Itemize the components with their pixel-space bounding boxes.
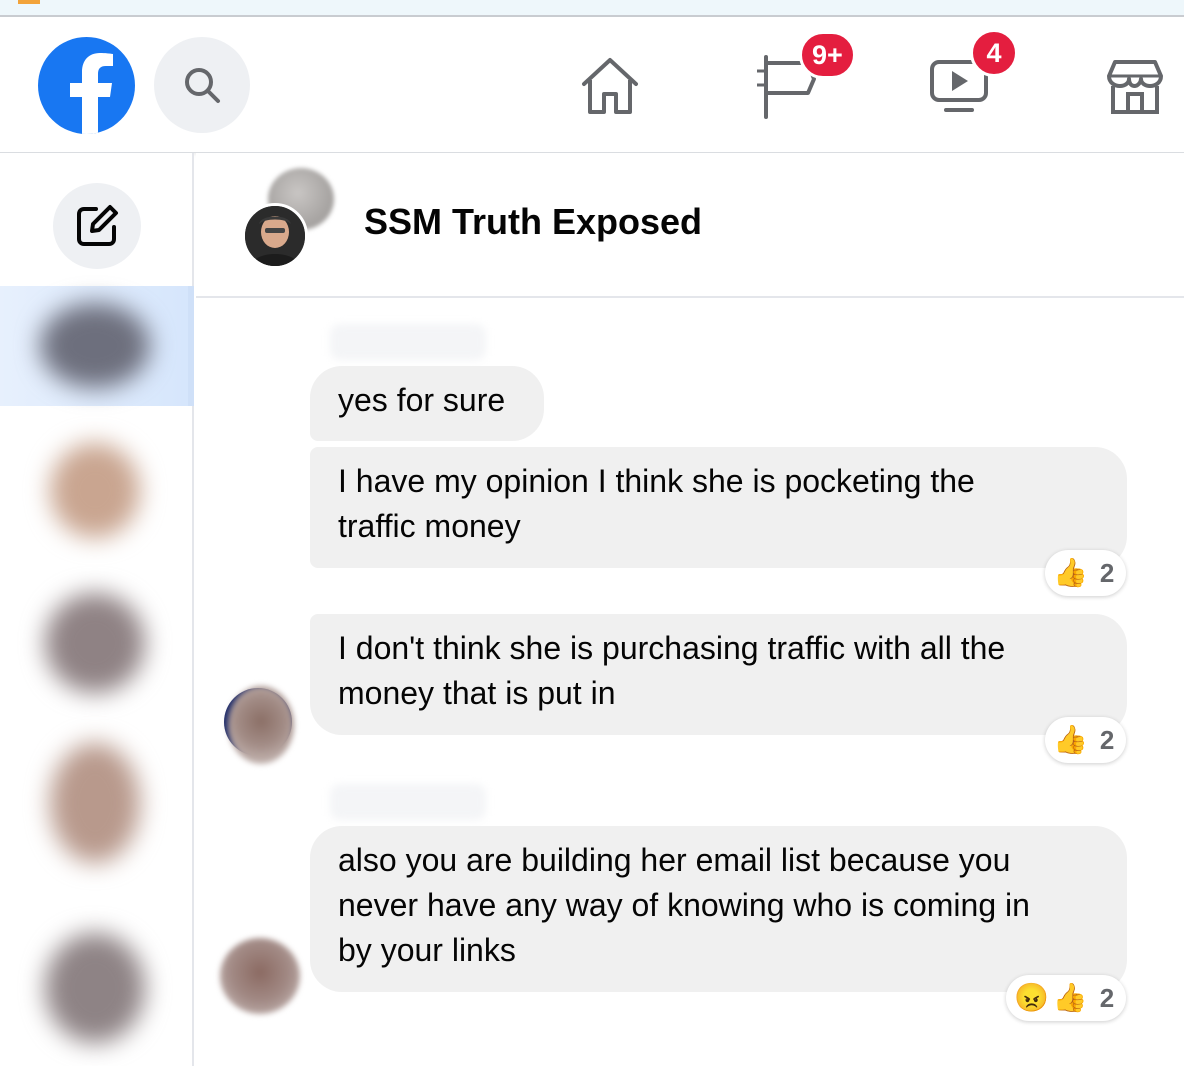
watch-badge: 4 xyxy=(970,29,1018,77)
compose-icon xyxy=(77,205,118,246)
thumbs-up-icon: 👍 xyxy=(1052,982,1088,1013)
reaction-count: 2 xyxy=(1099,557,1115,588)
reaction-count: 2 xyxy=(1099,982,1115,1013)
search-button[interactable] xyxy=(154,37,250,133)
tab-indicator xyxy=(18,0,40,4)
sender-name xyxy=(330,784,486,820)
message-text: yes for sure xyxy=(338,382,506,418)
top-navbar: 9+ 4 xyxy=(0,17,1184,153)
message-bubble[interactable]: yes for sure xyxy=(310,366,544,441)
message-text: money that is put in xyxy=(338,675,616,711)
message-text: also you are building her email list bec… xyxy=(338,842,1011,878)
avatar[interactable] xyxy=(220,938,300,1014)
message-bubble[interactable]: I have my opinion I think she is pocketi… xyxy=(310,447,1127,568)
message-text: I don't think she is purchasing traffic … xyxy=(338,630,1006,666)
avatar[interactable] xyxy=(228,686,294,764)
home-icon xyxy=(582,58,638,114)
facebook-logo-icon[interactable] xyxy=(38,37,135,134)
message-bubble[interactable]: I don't think she is purchasing traffic … xyxy=(310,614,1127,735)
chat-list-sidebar xyxy=(0,153,194,1066)
browser-top-strip xyxy=(0,0,1184,17)
reaction-badge[interactable]: 👍 2 xyxy=(1045,717,1127,763)
avatar xyxy=(242,203,308,269)
reaction-count: 2 xyxy=(1099,724,1115,755)
thumbs-up-icon: 👍 xyxy=(1053,557,1088,588)
reaction-badge[interactable]: 👍 2 xyxy=(1045,550,1127,596)
avatar[interactable] xyxy=(50,443,140,538)
nav-home[interactable] xyxy=(575,53,645,119)
nav-marketplace[interactable] xyxy=(1100,53,1170,119)
message-text: never have any way of knowing who is com… xyxy=(338,887,1030,923)
reaction-badge[interactable]: 😠 👍 2 xyxy=(1006,975,1127,1021)
store-icon xyxy=(1107,60,1163,114)
message-text: traffic money xyxy=(338,508,521,544)
chat-title: SSM Truth Exposed xyxy=(364,201,703,242)
search-icon xyxy=(185,68,220,103)
message-thread: yes for sure I have my opinion I think s… xyxy=(196,298,1184,1066)
avatar[interactable] xyxy=(50,743,140,863)
sender-name xyxy=(330,324,486,360)
thumbs-up-icon: 👍 xyxy=(1053,724,1088,755)
compose-button[interactable] xyxy=(53,183,141,269)
avatar[interactable] xyxy=(40,303,150,388)
angry-face-icon: 😠 xyxy=(1014,982,1049,1013)
avatar[interactable] xyxy=(45,593,145,693)
chat-header: SSM Truth Exposed xyxy=(196,153,1184,298)
message-bubble[interactable]: also you are building her email list bec… xyxy=(310,826,1127,992)
message-text: by your links xyxy=(338,932,516,968)
pages-badge: 9+ xyxy=(799,31,856,79)
message-text: I have my opinion I think she is pocketi… xyxy=(338,463,975,499)
sidebar-scrollbar[interactable] xyxy=(188,286,194,406)
avatar[interactable] xyxy=(45,933,145,1043)
